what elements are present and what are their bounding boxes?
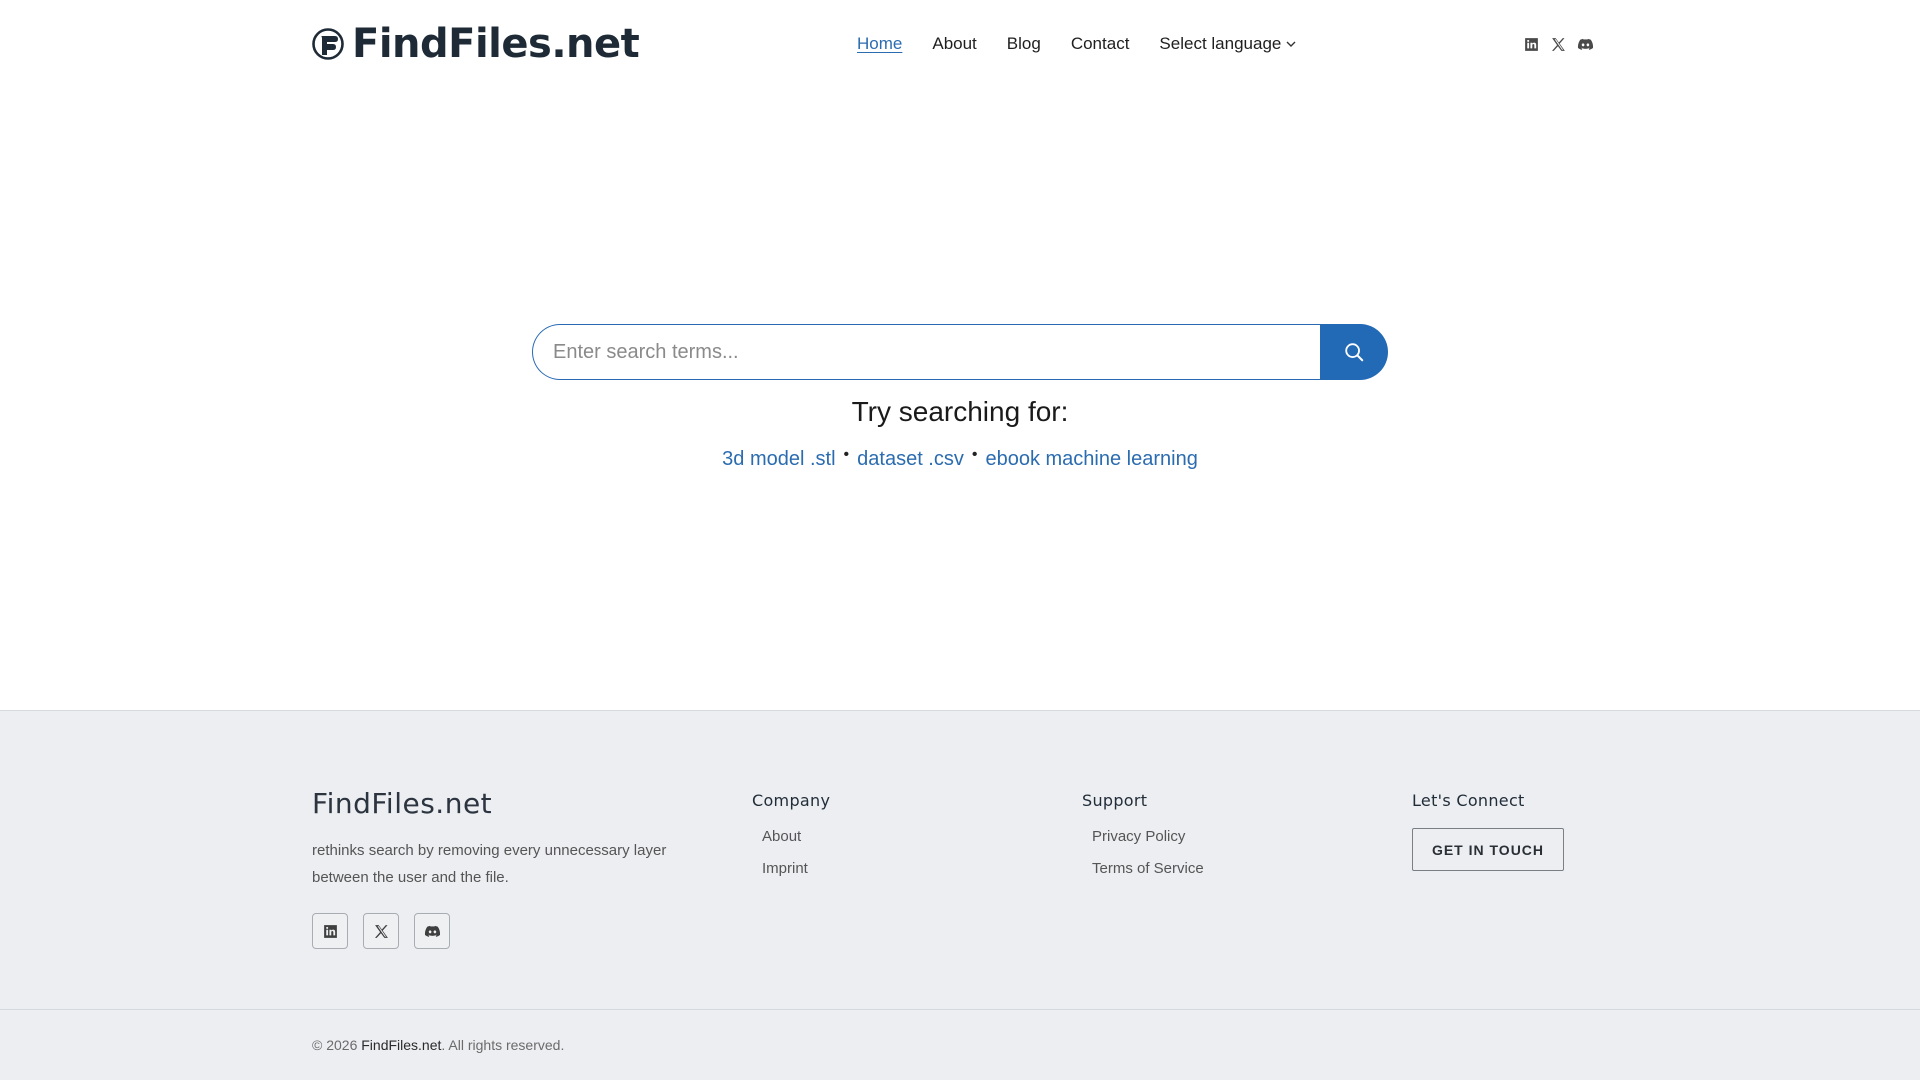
footer-company-column: Company About Imprint (752, 791, 830, 892)
header-discord-link[interactable] (1577, 36, 1594, 53)
header-social-links (1523, 34, 1594, 54)
footer-link-about[interactable]: About (762, 828, 830, 845)
footer-link-privacy-policy[interactable]: Privacy Policy (1092, 828, 1204, 845)
x-icon (374, 924, 388, 938)
try-searching-heading: Try searching for: (851, 396, 1069, 427)
footer-description: rethinks search by removing every unnece… (312, 842, 667, 886)
linkedin-icon (323, 924, 337, 938)
language-selector-label: Select language (1159, 34, 1282, 53)
footer-linkedin-button[interactable] (312, 913, 348, 949)
main-nav: Home About Blog Contact Select language (857, 30, 1297, 58)
x-icon (1551, 37, 1565, 51)
suggestion-separator: • (843, 445, 850, 463)
language-selector[interactable]: Select language (1159, 34, 1297, 54)
nav-blog[interactable]: Blog (1007, 34, 1041, 54)
copyright-brand-link[interactable]: FindFiles.net (361, 1037, 441, 1053)
search-suggestions: 3d model .stl • dataset .csv • ebook mac… (0, 445, 1920, 471)
nav-about[interactable]: About (932, 34, 976, 54)
page: FindFiles.net Home About Blog Contact Se… (0, 0, 1920, 1080)
site-header: FindFiles.net Home About Blog Contact Se… (0, 0, 1920, 88)
footer-social-links (312, 913, 450, 949)
site-logo[interactable]: FindFiles.net (312, 18, 640, 70)
suggestion-link[interactable]: 3d model .stl (722, 448, 835, 471)
footer-company-heading: Company (752, 791, 831, 810)
header-x-link[interactable] (1550, 36, 1567, 53)
footer-connect-heading: Let's Connect (1412, 791, 1525, 810)
search-input[interactable] (532, 324, 1320, 380)
footer-connect-column: Let's Connect GET IN TOUCH (1412, 791, 1564, 871)
footer-x-button[interactable] (363, 913, 399, 949)
footer-discord-button[interactable] (414, 913, 450, 949)
suggestion-separator: • (971, 445, 978, 463)
nav-contact[interactable]: Contact (1071, 34, 1130, 54)
nav-home[interactable]: Home (857, 34, 902, 54)
footer-bottom-bar: © 2026 FindFiles.net. All rights reserve… (0, 1009, 1920, 1080)
suggestion-link[interactable]: ebook machine learning (985, 448, 1197, 471)
suggestion-link[interactable]: dataset .csv (857, 448, 964, 471)
chevron-down-icon (1286, 41, 1296, 47)
footer-link-terms-of-service[interactable]: Terms of Service (1092, 860, 1204, 877)
logo-icon (312, 28, 344, 60)
footer-link-imprint[interactable]: Imprint (762, 860, 830, 877)
search-button[interactable] (1320, 324, 1388, 380)
copyright-suffix: . All rights reserved. (441, 1037, 565, 1053)
footer-support-column: Support Privacy Policy Terms of Service (1082, 791, 1204, 892)
copyright-prefix: © 2026 (312, 1037, 358, 1053)
discord-icon (1577, 38, 1594, 50)
search-bar (532, 324, 1388, 380)
footer-support-heading: Support (1082, 791, 1148, 810)
linkedin-icon (1525, 37, 1538, 51)
discord-icon (424, 925, 440, 937)
get-in-touch-button[interactable]: GET IN TOUCH (1412, 828, 1564, 871)
search-icon (1345, 343, 1364, 362)
copyright-text: © 2026 FindFiles.net. All rights reserve… (312, 1037, 564, 1053)
logo-text: FindFiles.net (352, 21, 640, 67)
footer-brand: FindFiles.net (312, 787, 493, 820)
site-footer: FindFiles.net rethinks search by removin… (0, 710, 1920, 1080)
header-linkedin-link[interactable] (1523, 36, 1540, 53)
